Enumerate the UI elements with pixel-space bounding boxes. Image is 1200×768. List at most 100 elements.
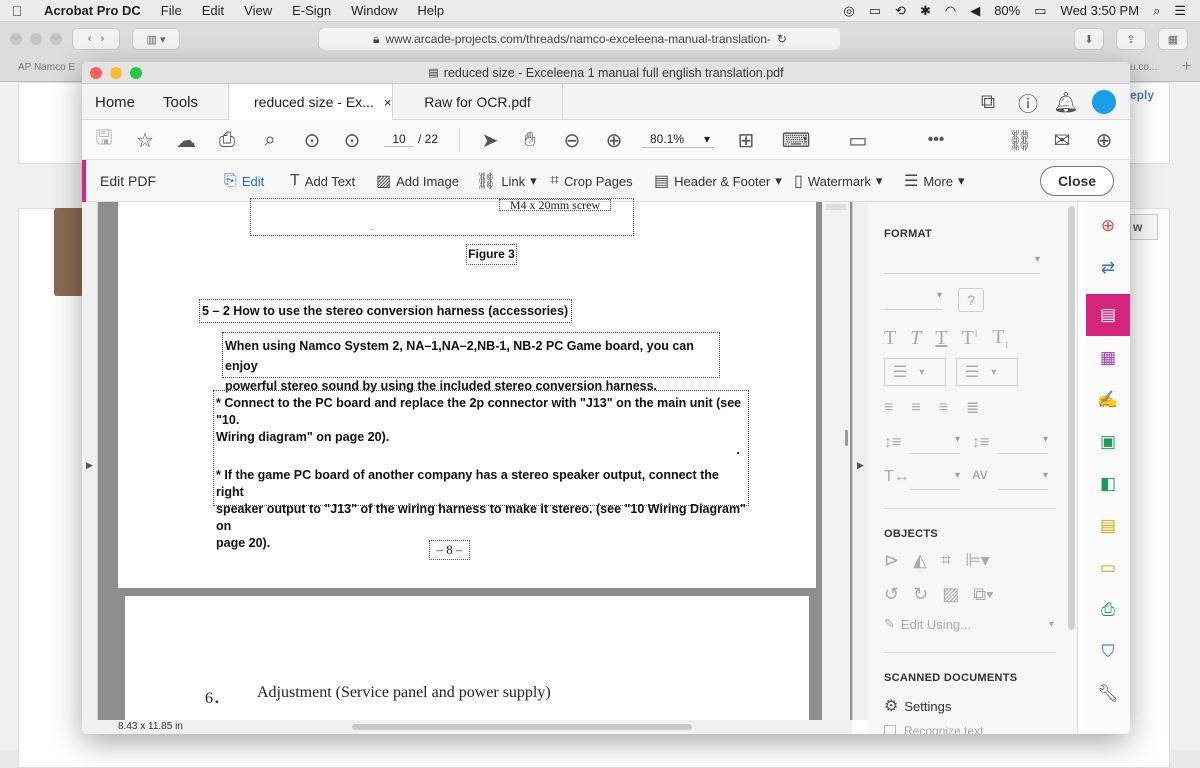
align-left-icon[interactable]: ≡: [884, 399, 893, 417]
notification-center-icon[interactable]: ☰: [1174, 3, 1186, 19]
bullets-paragraph[interactable]: * Connect to the PC board and replace th…: [213, 390, 749, 550]
document-scrollbar-track[interactable]: [822, 202, 850, 720]
menu-help[interactable]: Help: [407, 3, 454, 18]
edit-pdf-tool-icon[interactable]: ▤: [1086, 294, 1130, 336]
tab-home[interactable]: Home: [95, 84, 135, 120]
safari-back-forward[interactable]: ‹ ›: [72, 28, 120, 50]
apple-icon[interactable]: : [0, 3, 34, 19]
bullet-list-dropdown[interactable]: ☰ ▾: [884, 358, 946, 386]
menu-app-name[interactable]: Acrobat Pro DC: [34, 3, 151, 18]
minimize-window-button[interactable]: [110, 67, 122, 79]
numbered-list-dropdown[interactable]: ☰ ▾: [956, 358, 1018, 386]
safari-bg-tab[interactable]: AP Namco E: [18, 62, 75, 73]
arrange-icon[interactable]: ⧉▾: [973, 584, 993, 605]
bg-reply-link[interactable]: eply: [1130, 88, 1154, 102]
zoom-level-dropdown[interactable]: 80.1% ▾: [642, 132, 714, 148]
menu-esign[interactable]: E-Sign: [282, 3, 341, 18]
align-center-icon[interactable]: ≡: [911, 399, 920, 417]
send-for-signature-icon[interactable]: ▣: [1092, 426, 1124, 458]
left-panel-toggle[interactable]: ▶: [82, 202, 98, 720]
align-objects-icon[interactable]: ⊫▾: [965, 550, 990, 571]
new-tab-icon[interactable]: +: [1182, 58, 1191, 76]
page-up-icon[interactable]: ⊙: [298, 126, 326, 154]
user-avatar[interactable]: [1092, 90, 1116, 114]
share-link-icon[interactable]: ⛓: [1006, 126, 1034, 154]
zoom-out-icon[interactable]: ⊖: [558, 126, 586, 154]
notifications-bell-icon[interactable]: 🔔︎: [1052, 88, 1080, 116]
page-down-icon[interactable]: ⊙: [338, 126, 366, 154]
paragraph-spacing-dropdown[interactable]: ▾: [998, 434, 1048, 454]
align-right-icon[interactable]: ≡: [939, 399, 948, 417]
safari-zoom-button[interactable]: [50, 33, 62, 45]
star-bookmark-icon[interactable]: ☆: [131, 126, 159, 154]
scan-ocr-icon[interactable]: ⎙: [1092, 594, 1124, 626]
recognize-text-checkbox[interactable]: Recognize text: [884, 724, 983, 734]
save-icon[interactable]: 🖫: [90, 126, 118, 154]
add-text-button[interactable]: T Add Text: [290, 160, 355, 202]
font-family-dropdown[interactable]: ▾: [884, 254, 1040, 274]
splitter-handle[interactable]: [845, 430, 848, 446]
scroll-mode-icon[interactable]: ⌨: [782, 126, 811, 154]
organize-pages-icon[interactable]: ▦: [1092, 342, 1124, 374]
battery-percent[interactable]: 80%: [994, 3, 1020, 18]
settings-button[interactable]: ⚙ Settings: [884, 696, 951, 716]
rotate-left-icon[interactable]: ↺: [884, 584, 899, 605]
watermark-dropdown[interactable]: ▯ Watermark ▾: [794, 160, 882, 202]
create-pdf-icon[interactable]: ⊕: [1092, 210, 1124, 242]
line-spacing-dropdown[interactable]: ▾: [910, 434, 960, 454]
pdf-page[interactable]: M4 x 20mm screw . Figure 3 5 – 2 How to …: [118, 198, 816, 588]
reload-icon[interactable]: ↻: [777, 32, 787, 46]
justify-icon[interactable]: ≣: [966, 398, 979, 418]
tab-document-active[interactable]: reduced size - Ex... ×: [228, 84, 393, 120]
spotlight-icon[interactable]: ⌕: [1153, 3, 1160, 19]
page-fit-icon[interactable]: ⊞: [732, 126, 760, 154]
close-window-button[interactable]: [90, 67, 102, 79]
prepare-form-icon[interactable]: ▤: [1092, 510, 1124, 542]
zoom-in-icon[interactable]: ⊕: [600, 126, 628, 154]
section-heading[interactable]: 5 – 2 How to use the stereo conversion h…: [199, 299, 572, 323]
email-icon[interactable]: ✉: [1048, 126, 1076, 154]
safari-sidebar-button[interactable]: ▥ ▾: [132, 28, 180, 50]
replace-image-icon[interactable]: ▨: [942, 584, 959, 605]
right-panel-toggle[interactable]: ▶: [852, 202, 868, 720]
menu-view[interactable]: View: [234, 3, 282, 18]
tab-close-icon[interactable]: ×: [384, 95, 392, 110]
print-icon[interactable]: ⎙: [213, 126, 241, 154]
screw-label[interactable]: M4 x 20mm screw: [499, 199, 611, 211]
add-user-icon[interactable]: ⊕: [1090, 126, 1118, 154]
edit-using-dropdown[interactable]: ✎ Edit Using... ▾: [884, 616, 1054, 632]
menu-edit[interactable]: Edit: [192, 3, 234, 18]
volume-icon[interactable]: ◀: [970, 3, 980, 19]
link-dropdown[interactable]: ⛓ Link ▾: [476, 160, 537, 202]
header-footer-dropdown[interactable]: ▤ Header & Footer ▾: [654, 160, 782, 202]
edit-button[interactable]: ⎘ Edit: [224, 160, 264, 202]
figure-caption[interactable]: Figure 3: [466, 244, 517, 265]
rotate-right-icon[interactable]: ↻: [913, 584, 928, 605]
compare-files-icon[interactable]: ◧: [1092, 468, 1124, 500]
time-machine-icon[interactable]: ⟲: [895, 3, 906, 19]
menu-window[interactable]: Window: [341, 3, 407, 18]
safari-minimize-button[interactable]: [30, 33, 42, 45]
protect-shield-icon[interactable]: ⛉: [1092, 636, 1124, 668]
safari-bg-tab-right[interactable]: u.co...: [1130, 62, 1157, 73]
upload-cloud-icon[interactable]: ☁: [172, 126, 200, 154]
zoom-search-icon[interactable]: ⌕: [256, 126, 284, 154]
fill-sign-icon[interactable]: ✍: [1092, 384, 1124, 416]
font-size-dropdown[interactable]: ▾: [884, 290, 942, 310]
airplay-icon[interactable]: ▭: [869, 3, 881, 19]
export-pdf-icon[interactable]: ⇄: [1092, 252, 1124, 284]
safari-tabs-icon[interactable]: ▦: [1158, 28, 1188, 50]
page-number-footer[interactable]: – 8 –: [429, 540, 470, 560]
close-edit-button[interactable]: Close: [1040, 166, 1114, 196]
safari-share-icon[interactable]: ⇪: [1116, 28, 1146, 50]
safari-address-bar[interactable]: 🔒︎ www.arcade-projects.com/threads/namco…: [320, 28, 840, 50]
hand-tool-icon[interactable]: ✋︎: [516, 126, 544, 154]
bluetooth-icon[interactable]: ✱: [920, 3, 931, 19]
figure-box[interactable]: M4 x 20mm screw .: [250, 198, 634, 236]
intro-paragraph[interactable]: When using Namco System 2, NA–1,NA–2,NB-…: [222, 332, 720, 393]
device-share-icon[interactable]: ⧉: [974, 88, 1002, 116]
safari-close-button[interactable]: [10, 33, 22, 45]
comment-icon[interactable]: ▭: [844, 126, 872, 154]
underline-icon[interactable]: T: [935, 327, 947, 350]
clock[interactable]: Wed 3:50 PM: [1061, 3, 1140, 18]
